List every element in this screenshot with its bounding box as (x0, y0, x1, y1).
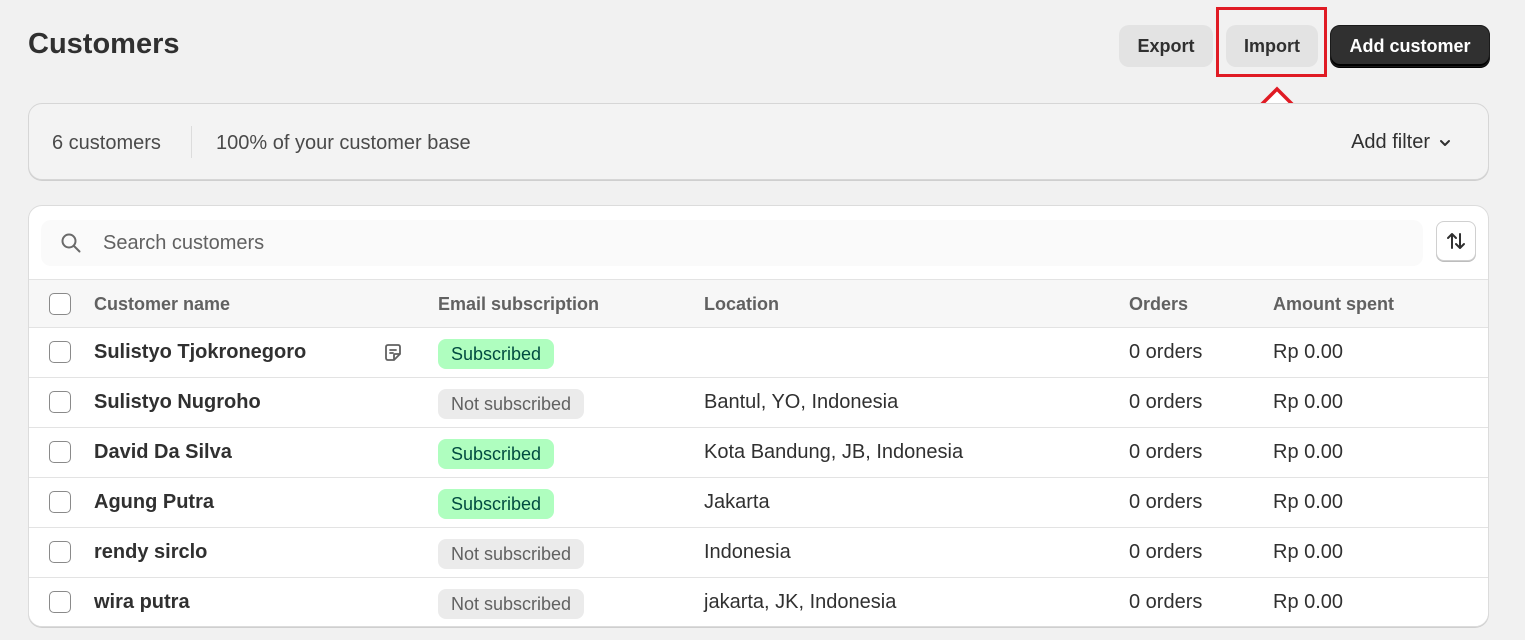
status-badge: Subscribed (438, 489, 555, 519)
customer-orders: 0 orders (1129, 341, 1203, 363)
customer-name[interactable]: Agung Putra (94, 491, 214, 514)
chevron-down-icon (1440, 139, 1450, 146)
customer-amount: Rp 0.00 (1273, 541, 1344, 563)
row-checkbox[interactable] (49, 541, 71, 563)
customer-base-percentage: 100% of your customer base (216, 132, 471, 154)
column-header-email[interactable]: Email subscription (438, 294, 599, 315)
row-checkbox[interactable] (49, 441, 71, 463)
table-row[interactable]: Agung Putra Subscribed Jakarta 0 orders … (29, 478, 1488, 528)
status-badge: Subscribed (438, 439, 555, 469)
column-header-orders[interactable]: Orders (1129, 294, 1188, 315)
search-input[interactable] (101, 230, 1305, 256)
customer-orders: 0 orders (1129, 591, 1203, 613)
add-filter-label: Add filter (1351, 131, 1430, 153)
search-bar[interactable] (41, 220, 1423, 266)
column-header-location[interactable]: Location (704, 294, 779, 315)
row-checkbox[interactable] (49, 391, 71, 413)
customer-orders: 0 orders (1129, 491, 1203, 513)
customer-amount: Rp 0.00 (1273, 591, 1344, 613)
customer-name[interactable]: rendy sirclo (94, 541, 207, 564)
sort-arrows-icon (1447, 233, 1465, 249)
customer-location: Kota Bandung, JB, Indonesia (704, 441, 964, 463)
add-filter-button[interactable]: Add filter (1351, 131, 1452, 154)
table-header: Customer name Email subscription Locatio… (29, 279, 1488, 328)
column-header-name[interactable]: Customer name (94, 294, 230, 315)
table-row[interactable]: David Da Silva Subscribed Kota Bandung, … (29, 428, 1488, 478)
customer-name[interactable]: Sulistyo Tjokronegoro (94, 341, 306, 364)
customer-amount: Rp 0.00 (1273, 441, 1344, 463)
page-title: Customers (28, 28, 180, 60)
sort-button[interactable] (1436, 221, 1476, 261)
customer-name[interactable]: Sulistyo Nugroho (94, 391, 261, 414)
customer-orders: 0 orders (1129, 441, 1203, 463)
customer-amount: Rp 0.00 (1273, 491, 1344, 513)
customer-location: Indonesia (704, 541, 791, 563)
customers-table-card: Customer name Email subscription Locatio… (28, 205, 1489, 627)
status-badge: Not subscribed (438, 589, 585, 619)
customer-location: Jakarta (704, 491, 770, 513)
customer-location: Bantul, YO, Indonesia (704, 391, 899, 413)
table-row[interactable]: Sulistyo Nugroho Not subscribed Bantul, … (29, 378, 1488, 428)
export-button[interactable]: Export (1119, 25, 1213, 67)
table-row[interactable]: rendy sirclo Not subscribed Indonesia 0 … (29, 528, 1488, 578)
add-customer-button[interactable]: Add customer (1330, 25, 1490, 67)
note-icon (385, 344, 401, 361)
select-all-checkbox[interactable] (49, 293, 71, 315)
table-row[interactable]: wira putra Not subscribed jakarta, JK, I… (29, 578, 1488, 626)
customer-name[interactable]: David Da Silva (94, 441, 232, 464)
customer-amount: Rp 0.00 (1273, 391, 1344, 413)
search-icon (61, 233, 81, 253)
status-badge: Not subscribed (438, 389, 585, 419)
row-checkbox[interactable] (49, 341, 71, 363)
customer-orders: 0 orders (1129, 391, 1203, 413)
filter-bar: 6 customers 100% of your customer base A… (28, 103, 1489, 180)
status-badge: Subscribed (438, 339, 555, 369)
status-badge: Not subscribed (438, 539, 585, 569)
table-row[interactable]: Sulistyo Tjokronegoro Subscribed 0 order… (29, 328, 1488, 378)
customer-location: jakarta, JK, Indonesia (704, 591, 897, 613)
import-button[interactable]: Import (1226, 25, 1318, 67)
row-checkbox[interactable] (49, 591, 71, 613)
customer-orders: 0 orders (1129, 541, 1203, 563)
column-header-amount[interactable]: Amount spent (1273, 294, 1394, 315)
filter-divider (191, 126, 192, 158)
customer-name[interactable]: wira putra (94, 591, 190, 614)
customer-count: 6 customers (52, 132, 161, 154)
customer-amount: Rp 0.00 (1273, 341, 1344, 363)
row-checkbox[interactable] (49, 491, 71, 513)
